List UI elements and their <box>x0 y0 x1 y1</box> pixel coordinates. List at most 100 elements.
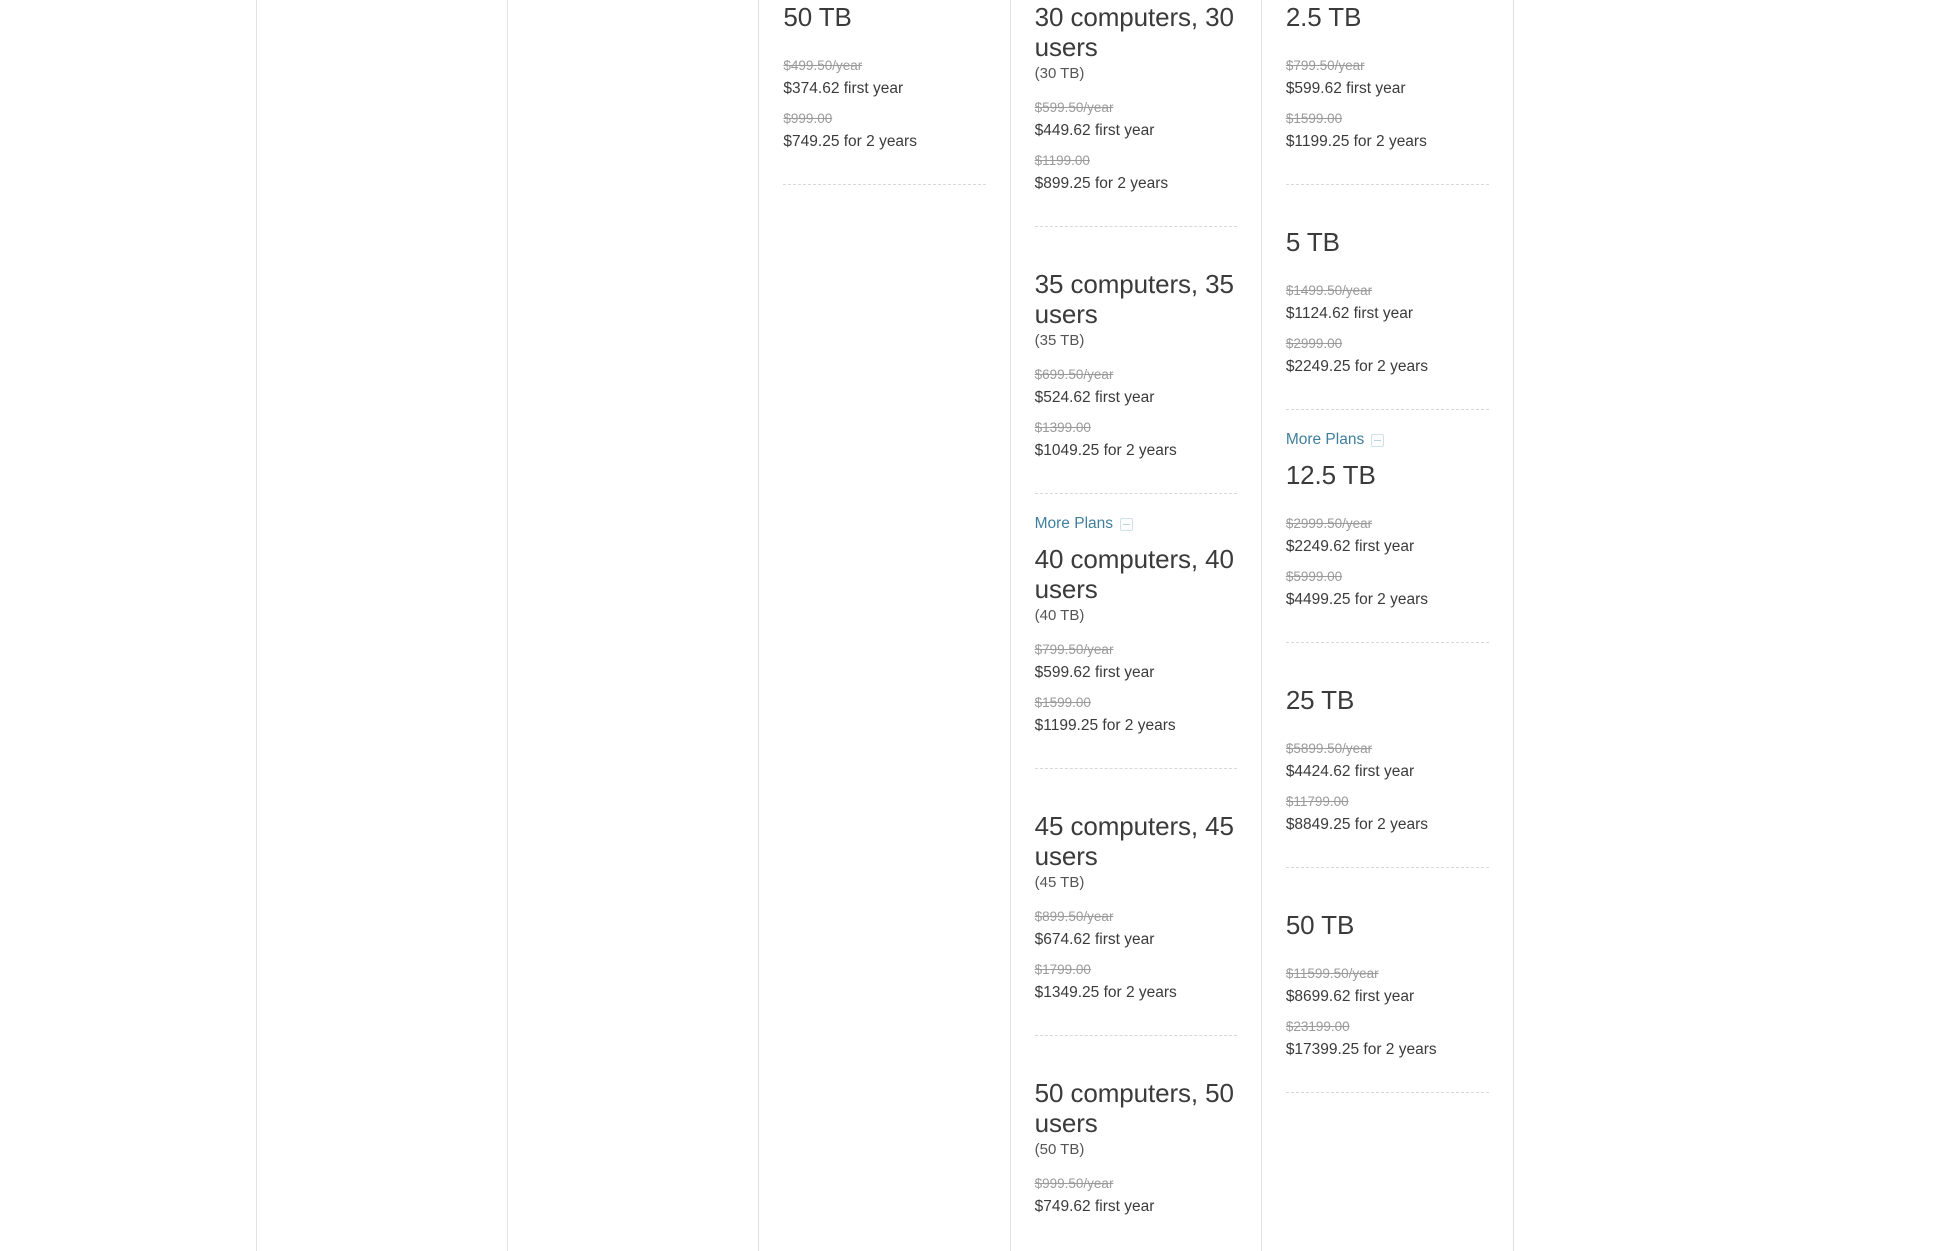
plan-original-yearly-price: $2999.50/year <box>1286 514 1489 533</box>
plan-title: 30 computers, 30 users <box>1034 2 1234 62</box>
plan-first-year-price: $449.62 first year <box>1034 122 1155 139</box>
plan-first-year-price: $599.62 first year <box>1034 664 1155 681</box>
plan-yearly-unit: /year <box>1334 58 1365 73</box>
plan-two-year-price: $899.25 for 2 years <box>1034 175 1169 192</box>
plan-separator <box>1285 1092 1489 1093</box>
plan-original-yearly-price: $11599.50/year <box>1286 964 1489 983</box>
plan-original-two-year-price: $1399.00 <box>1034 420 1091 435</box>
plan-subtitle: (45 TB) <box>1034 874 1085 891</box>
plan-subtitle: (50 TB) <box>1034 1141 1085 1158</box>
plan-original-yearly-amount: $899.50 <box>1034 909 1084 924</box>
plan-card[interactable]: 2.5 TB $799.50/year $599.62 first year $… <box>1286 0 1489 162</box>
plan-card[interactable]: 30 computers, 30 users (30 TB) $599.50/y… <box>1035 0 1237 204</box>
plan-original-two-year-price: $2999.00 <box>1285 336 1343 351</box>
plan-card[interactable]: 5 TB $1499.50/year $1124.62 first year $… <box>1286 185 1489 387</box>
plan-subtitle: (35 TB) <box>1034 332 1085 349</box>
plan-card[interactable]: 50 TB $11599.50/year $8699.62 first year… <box>1286 868 1489 1070</box>
plan-column-storage-small: 50 TB $499.50/year $374.62 first year $9… <box>759 0 1011 1251</box>
plan-two-year-price: $1199.25 for 2 years <box>1285 133 1427 150</box>
more-plans-toggle[interactable]: More Plans <box>1286 410 1489 450</box>
more-plans-label[interactable]: More Plans <box>1286 430 1364 450</box>
plan-original-yearly-price: $5899.50/year <box>1286 739 1489 758</box>
plan-title: 25 TB <box>1285 685 1355 715</box>
plan-original-yearly-price: $799.50/year <box>1035 640 1237 659</box>
plan-first-year-price: $749.62 first year <box>1034 1198 1155 1215</box>
plan-card[interactable]: 45 computers, 45 users (45 TB) $899.50/y… <box>1035 769 1237 1013</box>
plan-title: 50 TB <box>1285 910 1355 940</box>
plan-yearly-unit: /year <box>1083 909 1114 924</box>
plan-yearly-unit: /year <box>1342 283 1373 298</box>
plan-card[interactable]: 40 computers, 40 users (40 TB) $799.50/y… <box>1035 534 1237 746</box>
plan-original-yearly-amount: $999.50 <box>1034 1176 1084 1191</box>
plan-yearly-unit: /year <box>1342 741 1373 756</box>
plan-original-yearly-amount: $499.50 <box>783 58 833 73</box>
plan-original-two-year-price: $1199.00 <box>1034 153 1090 168</box>
plan-subtitle: (40 TB) <box>1034 607 1085 624</box>
plan-column-storage-large: 2.5 TB $799.50/year $599.62 first year $… <box>1262 0 1513 1251</box>
plan-original-yearly-price: $999.50/year <box>1035 1174 1237 1193</box>
plan-original-yearly-price: $899.50/year <box>1035 907 1237 926</box>
plan-original-yearly-amount: $799.50 <box>1285 58 1335 73</box>
plan-title: 50 TB <box>783 2 852 32</box>
plan-yearly-unit: /year <box>832 58 863 73</box>
plan-yearly-unit: /year <box>1348 966 1379 981</box>
plan-two-year-price: $749.25 for 2 years <box>783 133 917 150</box>
plan-original-yearly-amount: $799.50 <box>1034 642 1084 657</box>
plan-title: 50 computers, 50 users <box>1034 1078 1234 1138</box>
plan-original-two-year-price: $1599.00 <box>1285 111 1343 126</box>
plan-first-year-price: $524.62 first year <box>1034 389 1155 406</box>
plan-original-two-year-price: $11799.00 <box>1285 794 1349 809</box>
plan-title: 12.5 TB <box>1285 460 1376 490</box>
plan-original-yearly-price: $499.50/year <box>783 56 985 75</box>
collapse-box-icon[interactable] <box>1371 433 1385 447</box>
collapse-box-icon[interactable] <box>1120 517 1134 531</box>
plan-original-two-year-price: $999.00 <box>783 111 833 126</box>
plan-two-year-price: $1199.25 for 2 years <box>1034 717 1176 734</box>
plan-separator <box>783 184 986 185</box>
plan-original-two-year-price: $5999.00 <box>1285 569 1343 584</box>
plan-subtitle: (30 TB) <box>1034 65 1085 82</box>
more-plans-toggle[interactable]: More Plans <box>1035 494 1237 534</box>
plan-column-empty-2 <box>508 0 760 1251</box>
plan-card[interactable]: 25 TB $5899.50/year $4424.62 first year … <box>1286 643 1489 845</box>
plan-first-year-price: $599.62 first year <box>1285 80 1406 97</box>
plan-two-year-price: $17399.25 for 2 years <box>1285 1041 1437 1058</box>
plan-two-year-price: $1349.25 for 2 years <box>1034 984 1177 1001</box>
plan-first-year-price: $2249.62 first year <box>1285 538 1415 555</box>
plan-title: 40 computers, 40 users <box>1034 544 1234 604</box>
plan-original-yearly-price: $699.50/year <box>1035 365 1237 384</box>
plan-column-computers-users: 30 computers, 30 users (30 TB) $599.50/y… <box>1011 0 1262 1251</box>
plan-original-yearly-amount: $599.50 <box>1034 100 1084 115</box>
plan-title: 45 computers, 45 users <box>1034 811 1234 871</box>
plan-original-two-year-price: $1599.00 <box>1034 695 1091 710</box>
plan-yearly-unit: /year <box>1083 100 1114 115</box>
plan-first-year-price: $8699.62 first year <box>1285 988 1415 1005</box>
plan-original-yearly-amount: $1499.50 <box>1285 283 1343 298</box>
plan-original-yearly-amount: $699.50 <box>1034 367 1084 382</box>
plan-first-year-price: $1124.62 first year <box>1285 305 1414 322</box>
plan-two-year-price: $2249.25 for 2 years <box>1285 358 1428 375</box>
plan-title: 2.5 TB <box>1285 2 1362 32</box>
plan-two-year-price: $4499.25 for 2 years <box>1285 591 1428 608</box>
plan-first-year-price: $4424.62 first year <box>1285 763 1415 780</box>
plan-yearly-unit: /year <box>1083 642 1114 657</box>
plan-two-year-price: $8849.25 for 2 years <box>1285 816 1428 833</box>
plan-original-yearly-amount: $5899.50 <box>1285 741 1343 756</box>
plan-card[interactable]: 50 computers, 50 users (50 TB) $999.50/y… <box>1035 1036 1237 1237</box>
pricing-table: 50 TB $499.50/year $374.62 first year $9… <box>256 0 1514 1251</box>
plan-card[interactable]: 35 computers, 35 users (35 TB) $699.50/y… <box>1035 227 1237 471</box>
plan-original-yearly-price: $1499.50/year <box>1286 281 1489 300</box>
more-plans-label[interactable]: More Plans <box>1035 514 1113 534</box>
plan-original-yearly-amount: $11599.50 <box>1285 966 1349 981</box>
plan-first-year-price: $674.62 first year <box>1034 931 1155 948</box>
plan-card[interactable]: 12.5 TB $2999.50/year $2249.62 first yea… <box>1286 450 1489 620</box>
plan-title: 35 computers, 35 users <box>1034 269 1234 329</box>
plan-original-yearly-amount: $2999.50 <box>1285 516 1343 531</box>
plan-yearly-unit: /year <box>1083 367 1114 382</box>
plan-yearly-unit: /year <box>1083 1176 1114 1191</box>
plan-original-two-year-price: $23199.00 <box>1285 1019 1350 1034</box>
plan-card[interactable]: 50 TB $499.50/year $374.62 first year $9… <box>783 0 985 162</box>
plan-original-yearly-price: $599.50/year <box>1035 98 1237 117</box>
plan-original-yearly-price: $799.50/year <box>1286 56 1489 75</box>
plan-two-year-price: $1049.25 for 2 years <box>1034 442 1177 459</box>
